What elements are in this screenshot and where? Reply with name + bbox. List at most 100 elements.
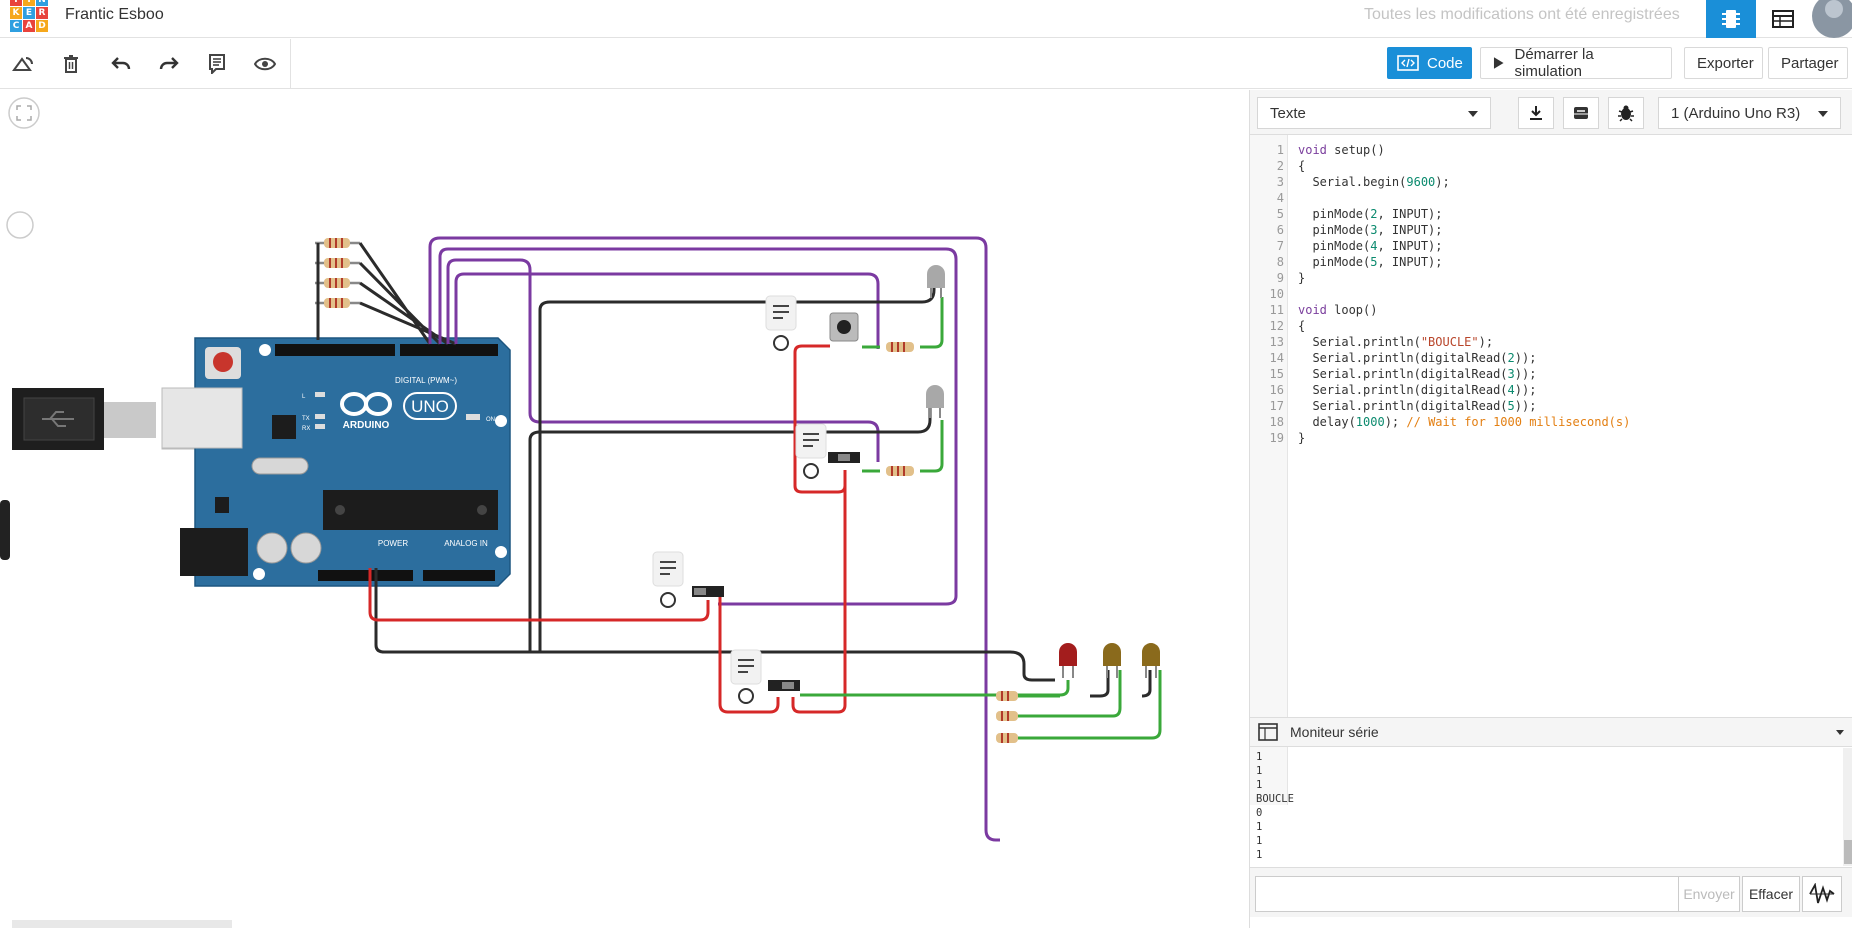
code-line[interactable]: 9} [1250, 270, 1852, 286]
bug-icon [1618, 105, 1634, 122]
code-line[interactable]: 8 pinMode(5, INPUT); [1250, 254, 1852, 270]
slide-switch-3[interactable] [768, 680, 800, 691]
debugger-button[interactable] [1608, 97, 1644, 129]
circuit-view-button[interactable] [1706, 0, 1756, 38]
note-marker[interactable] [795, 423, 827, 479]
tx-label: TX [302, 416, 310, 422]
serial-input[interactable] [1255, 876, 1679, 912]
slide-switch-2[interactable] [692, 586, 724, 597]
code-mode-select[interactable]: Texte [1257, 97, 1491, 129]
code-text: pinMode(3, INPUT); [1298, 223, 1443, 237]
code-line[interactable]: 12 { [1250, 318, 1852, 334]
serial-output-line: 1 [1256, 779, 1263, 791]
circuit-canvas[interactable]: UNO ARDUINO DIGITAL (PWM~) POWER ANALOG … [0, 90, 1249, 928]
code-line[interactable]: 19} [1250, 430, 1852, 446]
code-line[interactable]: 13 Serial.println("BOUCLE"); [1250, 334, 1852, 350]
serial-output-line: 0 [1256, 807, 1263, 819]
start-simulation-label: Démarrer la simulation [1514, 46, 1594, 80]
logo-letter: C [10, 20, 22, 32]
device-value: 1 (Arduino Uno R3) [1671, 104, 1801, 122]
led-yellow-1[interactable] [1103, 643, 1121, 678]
code-line[interactable]: 11 void loop() [1250, 302, 1852, 318]
fit-view-button[interactable] [8, 97, 40, 129]
line-number: 9 [1276, 271, 1284, 285]
note-marker[interactable] [652, 551, 684, 608]
code-line[interactable]: 2{ [1250, 158, 1852, 174]
led-gray-1[interactable] [927, 265, 945, 298]
capacitor [290, 532, 322, 564]
serial-scrollbar[interactable] [1843, 748, 1852, 866]
export-label: Exporter [1697, 54, 1754, 72]
project-title[interactable]: Frantic Esboo [65, 6, 164, 24]
zoom-control[interactable] [6, 211, 34, 239]
export-button[interactable]: Exporter [1684, 47, 1763, 79]
user-avatar[interactable] [1812, 0, 1852, 38]
scrollbar-thumb[interactable] [1844, 840, 1852, 864]
graph-button[interactable] [1802, 876, 1842, 912]
code-button[interactable]: Code [1387, 47, 1472, 79]
code-line[interactable]: 5 pinMode(2, INPUT); [1250, 206, 1852, 222]
note-marker[interactable] [765, 295, 797, 351]
code-line[interactable]: 15 Serial.println(digitalRead(3)); [1250, 366, 1852, 382]
note-marker[interactable] [730, 649, 762, 704]
code-line[interactable]: 10 [1250, 286, 1852, 302]
collapse-icon[interactable] [1836, 730, 1844, 735]
rotate-button[interactable] [4, 45, 42, 83]
arduino-uno-board[interactable]: UNO ARDUINO DIGITAL (PWM~) POWER ANALOG … [161, 337, 511, 587]
upload-button[interactable] [1563, 97, 1599, 129]
power-header[interactable] [318, 570, 413, 581]
code-panel-header: Texte 1 (Arduino Uno R3) [1250, 90, 1852, 135]
serial-monitor-header[interactable]: Moniteur série [1250, 717, 1852, 747]
code-line[interactable]: 14 Serial.println(digitalRead(2)); [1250, 350, 1852, 366]
clear-label: Effacer [1748, 886, 1794, 902]
code-line[interactable]: 7 pinMode(4, INPUT); [1250, 238, 1852, 254]
send-button[interactable]: Envoyer [1678, 876, 1740, 912]
code-text: Serial.println(digitalRead(3)); [1298, 367, 1537, 381]
visibility-button[interactable] [246, 45, 284, 83]
note-icon [209, 54, 225, 74]
undo-button[interactable] [102, 45, 140, 83]
tinkercad-logo[interactable]: T I N K E R C A D [10, 0, 48, 36]
start-simulation-button[interactable]: Démarrer la simulation [1480, 46, 1672, 80]
trash-icon [64, 55, 78, 73]
device-select[interactable]: 1 (Arduino Uno R3) [1658, 97, 1841, 129]
code-line[interactable]: 17 Serial.println(digitalRead(5)); [1250, 398, 1852, 414]
left-edge-handle[interactable] [0, 500, 10, 560]
digital-header-right[interactable] [400, 344, 498, 356]
notes-button[interactable] [198, 45, 236, 83]
code-editor[interactable]: 1 void setup() 2{3 Serial.begin(9600); 4 5 p… [1250, 135, 1852, 805]
download-button[interactable] [1518, 97, 1554, 129]
delete-button[interactable] [52, 45, 90, 83]
resistor-group-left[interactable] [315, 238, 360, 308]
canvas-scrollbar[interactable] [12, 920, 232, 928]
line-number: 1 [1276, 143, 1284, 157]
component-list-button[interactable] [1758, 0, 1808, 38]
analog-header[interactable] [423, 570, 495, 581]
rotate-icon [12, 57, 33, 71]
redo-button[interactable] [150, 45, 188, 83]
code-line[interactable]: 4 [1250, 190, 1852, 206]
serial-output-line: 1 [1256, 821, 1263, 833]
logo-letter: T [10, 0, 22, 6]
code-icon [1397, 55, 1419, 71]
code-line[interactable]: 16 Serial.println(digitalRead(4)); [1250, 382, 1852, 398]
code-line[interactable]: 6 pinMode(3, INPUT); [1250, 222, 1852, 238]
code-text: { [1298, 159, 1306, 173]
code-line[interactable]: 1 void setup() [1250, 142, 1852, 158]
share-button[interactable]: Partager [1768, 47, 1848, 79]
digital-header-left[interactable] [275, 344, 395, 356]
line-number: 7 [1276, 239, 1284, 253]
usb-port [161, 387, 243, 449]
logo-letter: I [23, 0, 35, 6]
push-button[interactable] [829, 312, 859, 342]
serial-output-line: 1 [1256, 765, 1263, 777]
led-red[interactable] [1059, 643, 1077, 678]
chevron-down-icon [1468, 111, 1478, 117]
mount-hole [253, 568, 265, 580]
clear-button[interactable]: Effacer [1742, 876, 1800, 912]
code-line[interactable]: 3 Serial.begin(9600); [1250, 174, 1852, 190]
capacitor [256, 532, 288, 564]
code-line[interactable]: 18 delay(1000); // Wait for 1000 millise… [1250, 414, 1852, 430]
resistor-group-right[interactable] [886, 342, 1018, 743]
slide-switch-1[interactable] [828, 452, 860, 463]
